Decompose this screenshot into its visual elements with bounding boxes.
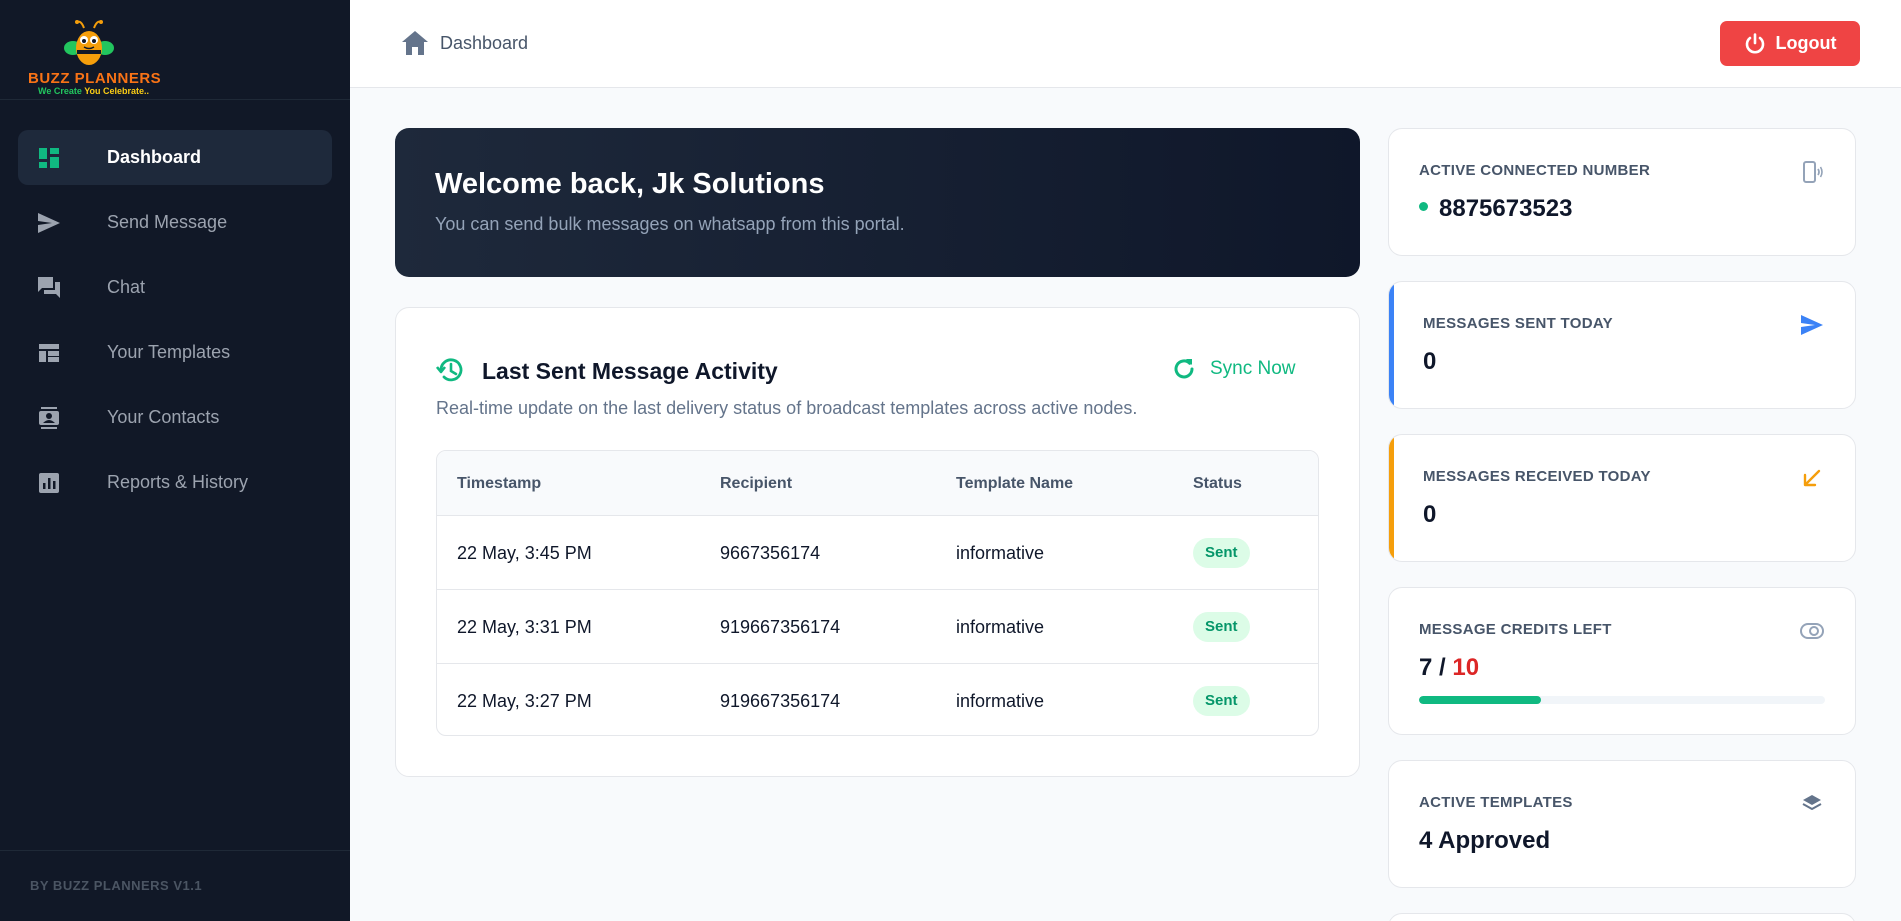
power-icon xyxy=(1744,32,1766,55)
messages-received-value: 0 xyxy=(1423,501,1437,528)
message-credits-card: MESSAGE CREDITS LEFT 7 / 10 xyxy=(1388,587,1856,735)
brand-logo[interactable]: BUZZ PLANNERS We Create You Celebrate.. xyxy=(28,18,178,98)
logo-divider xyxy=(0,99,350,100)
status-badge: Sent xyxy=(1193,686,1250,716)
activity-title: Last Sent Message Activity xyxy=(482,358,778,384)
welcome-banner: Welcome back, Jk Solutions You can send … xyxy=(395,128,1360,277)
credits-progress-fill xyxy=(1419,696,1541,704)
template-cell: informative xyxy=(956,691,1045,711)
connected-number-label: ACTIVE CONNECTED NUMBER xyxy=(1419,162,1651,179)
active-templates-value: 4 Approved xyxy=(1419,827,1551,854)
column-header-timestamp: Timestamp xyxy=(457,475,542,492)
table-row: 22 May, 3:27 PM 919667356174 informative… xyxy=(437,664,1318,735)
sidebar-item-label: Your Templates xyxy=(107,342,231,362)
templates-icon xyxy=(38,342,60,364)
table-row: 22 May, 3:45 PM 9667356174 informative S… xyxy=(437,516,1318,590)
welcome-subtitle: You can send bulk messages on whatsapp f… xyxy=(435,214,905,234)
connected-number-card: ACTIVE CONNECTED NUMBER 8875673523 xyxy=(1388,128,1856,256)
messages-received-card: MESSAGES RECEIVED TODAY 0 xyxy=(1388,434,1856,562)
recipient-cell: 9667356174 xyxy=(720,543,821,563)
sidebar-footer-divider xyxy=(0,850,350,851)
sidebar-item-label: Your Contacts xyxy=(107,407,220,427)
breadcrumb: Dashboard xyxy=(440,33,529,53)
messages-sent-card: MESSAGES SENT TODAY 0 xyxy=(1388,281,1856,409)
timestamp-cell: 22 May, 3:45 PM xyxy=(457,543,592,563)
column-header-recipient: Recipient xyxy=(720,475,793,492)
stat-card-partial xyxy=(1388,913,1856,921)
dashboard-icon xyxy=(38,147,60,169)
table-row: 22 May, 3:31 PM 919667356174 informative… xyxy=(437,590,1318,664)
layers-icon xyxy=(1799,791,1825,817)
template-cell: informative xyxy=(956,543,1045,563)
chat-icon xyxy=(38,277,60,299)
logout-label: Logout xyxy=(1775,33,1837,53)
credits-total: 10 xyxy=(1452,654,1480,681)
recipient-cell: 919667356174 xyxy=(720,617,841,637)
column-header-template: Template Name xyxy=(956,475,1074,492)
logout-button[interactable]: Logout xyxy=(1720,21,1860,66)
sidebar-nav: Dashboard Send Message Chat Your Templat… xyxy=(18,130,332,520)
sidebar: BUZZ PLANNERS We Create You Celebrate.. … xyxy=(0,0,350,921)
messages-sent-label: MESSAGES SENT TODAY xyxy=(1423,315,1613,332)
status-badge: Sent xyxy=(1193,538,1250,568)
sidebar-item-templates[interactable]: Your Templates xyxy=(18,325,332,380)
timestamp-cell: 22 May, 3:31 PM xyxy=(457,617,592,637)
connected-number-value: 8875673523 xyxy=(1439,195,1573,222)
brand-name: BUZZ PLANNERS xyxy=(28,70,162,87)
brand-tagline-2: You Celebrate.. xyxy=(84,86,150,96)
sidebar-item-send-message[interactable]: Send Message xyxy=(18,195,332,250)
sidebar-item-label: Chat xyxy=(107,277,146,297)
status-badge: Sent xyxy=(1193,612,1250,642)
sidebar-item-contacts[interactable]: Your Contacts xyxy=(18,390,332,445)
credits-progress-track xyxy=(1419,696,1825,704)
sync-now-label: Sync Now xyxy=(1210,358,1296,379)
messages-received-label: MESSAGES RECEIVED TODAY xyxy=(1423,468,1651,485)
sidebar-item-label: Dashboard xyxy=(107,147,202,167)
toggle-icon xyxy=(1799,618,1825,644)
message-credits-label: MESSAGE CREDITS LEFT xyxy=(1419,621,1612,638)
welcome-title: Welcome back, Jk Solutions xyxy=(435,168,825,200)
recipient-cell: 919667356174 xyxy=(720,691,841,711)
contacts-icon xyxy=(38,407,60,429)
activity-table: Timestamp Recipient Template Name Status… xyxy=(436,450,1319,736)
refresh-icon xyxy=(1172,357,1196,381)
top-bar: Dashboard Logout xyxy=(350,0,1901,88)
phone-signal-icon xyxy=(1799,159,1825,185)
home-icon[interactable] xyxy=(402,31,428,55)
sidebar-item-dashboard[interactable]: Dashboard xyxy=(18,130,332,185)
sync-now-button[interactable]: Sync Now xyxy=(1172,354,1296,384)
messages-sent-value: 0 xyxy=(1423,348,1437,375)
active-templates-card: ACTIVE TEMPLATES 4 Approved xyxy=(1388,760,1856,888)
sidebar-item-reports[interactable]: Reports & History xyxy=(18,455,332,510)
credits-separator: / xyxy=(1432,654,1453,681)
table-header: Timestamp Recipient Template Name Status xyxy=(437,451,1318,516)
send-icon xyxy=(38,212,60,234)
version-label: BY BUZZ PLANNERS V1.1 xyxy=(30,878,203,893)
timestamp-cell: 22 May, 3:27 PM xyxy=(457,691,592,711)
history-icon xyxy=(435,356,464,384)
reports-icon xyxy=(38,472,60,494)
activity-card: Last Sent Message Activity Sync Now Real… xyxy=(395,307,1360,777)
send-icon xyxy=(1799,312,1825,338)
credits-used: 7 xyxy=(1419,654,1433,681)
sidebar-item-chat[interactable]: Chat xyxy=(18,260,332,315)
brand-tagline-1: We Create xyxy=(38,86,82,96)
column-header-status: Status xyxy=(1193,475,1242,492)
activity-subtitle: Real-time update on the last delivery st… xyxy=(436,398,1138,418)
connected-number-value-row: 8875673523 xyxy=(1419,195,1572,223)
arrow-down-left-icon xyxy=(1799,465,1825,491)
active-templates-label: ACTIVE TEMPLATES xyxy=(1419,794,1573,811)
sidebar-item-label: Send Message xyxy=(107,212,228,232)
message-credits-value: 7 / 10 xyxy=(1419,654,1479,682)
template-cell: informative xyxy=(956,617,1045,637)
online-status-dot xyxy=(1419,202,1428,212)
sidebar-item-label: Reports & History xyxy=(107,472,249,492)
